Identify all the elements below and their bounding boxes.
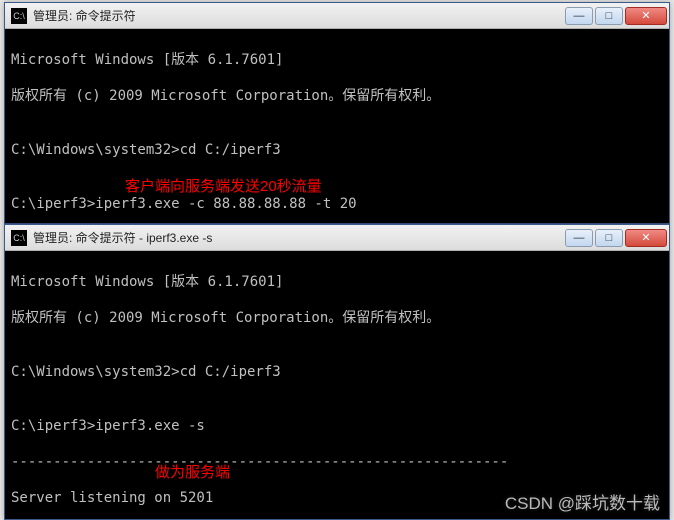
- console-line: Microsoft Windows [版本 6.1.7601]: [11, 51, 663, 69]
- console-line: Microsoft Windows [版本 6.1.7601]: [11, 273, 663, 291]
- close-button[interactable]: ✕: [625, 7, 667, 25]
- maximize-button[interactable]: □: [595, 7, 623, 25]
- cmd-icon: C:\: [11, 8, 27, 24]
- minimize-button[interactable]: —: [565, 229, 593, 247]
- window-buttons: — □ ✕: [565, 229, 667, 247]
- close-button[interactable]: ✕: [625, 229, 667, 247]
- console-line: C:\Windows\system32>cd C:/iperf3: [11, 363, 663, 381]
- console-line: C:\Windows\system32>cd C:/iperf3: [11, 141, 663, 159]
- window-title-client: 管理员: 命令提示符: [33, 7, 565, 24]
- window-title-server: 管理员: 命令提示符 - iperf3.exe -s: [33, 229, 565, 246]
- cmd-icon: C:\: [11, 230, 27, 246]
- cmd-window-client: C:\ 管理员: 命令提示符 — □ ✕ Microsoft Windows […: [4, 2, 670, 224]
- annotation-server: 做为服务端: [155, 461, 230, 482]
- annotation-client: 客户端向服务端发送20秒流量: [125, 175, 322, 196]
- titlebar-client[interactable]: C:\ 管理员: 命令提示符 — □ ✕: [5, 3, 669, 29]
- window-buttons: — □ ✕: [565, 7, 667, 25]
- console-client[interactable]: Microsoft Windows [版本 6.1.7601] 版权所有 (c)…: [5, 29, 669, 223]
- cmd-window-server: C:\ 管理员: 命令提示符 - iperf3.exe -s — □ ✕ Mic…: [4, 224, 670, 520]
- maximize-button[interactable]: □: [595, 229, 623, 247]
- console-line: 版权所有 (c) 2009 Microsoft Corporation。保留所有…: [11, 87, 663, 105]
- console-line: C:\iperf3>iperf3.exe -c 88.88.88.88 -t 2…: [11, 195, 663, 213]
- minimize-button[interactable]: —: [565, 7, 593, 25]
- watermark: CSDN @踩坑数十载: [505, 489, 660, 514]
- console-line: C:\iperf3>iperf3.exe -s: [11, 417, 663, 435]
- titlebar-server[interactable]: C:\ 管理员: 命令提示符 - iperf3.exe -s — □ ✕: [5, 225, 669, 251]
- console-divider: ----------------------------------------…: [11, 453, 663, 471]
- console-line: 版权所有 (c) 2009 Microsoft Corporation。保留所有…: [11, 309, 663, 327]
- console-server[interactable]: Microsoft Windows [版本 6.1.7601] 版权所有 (c)…: [5, 251, 669, 519]
